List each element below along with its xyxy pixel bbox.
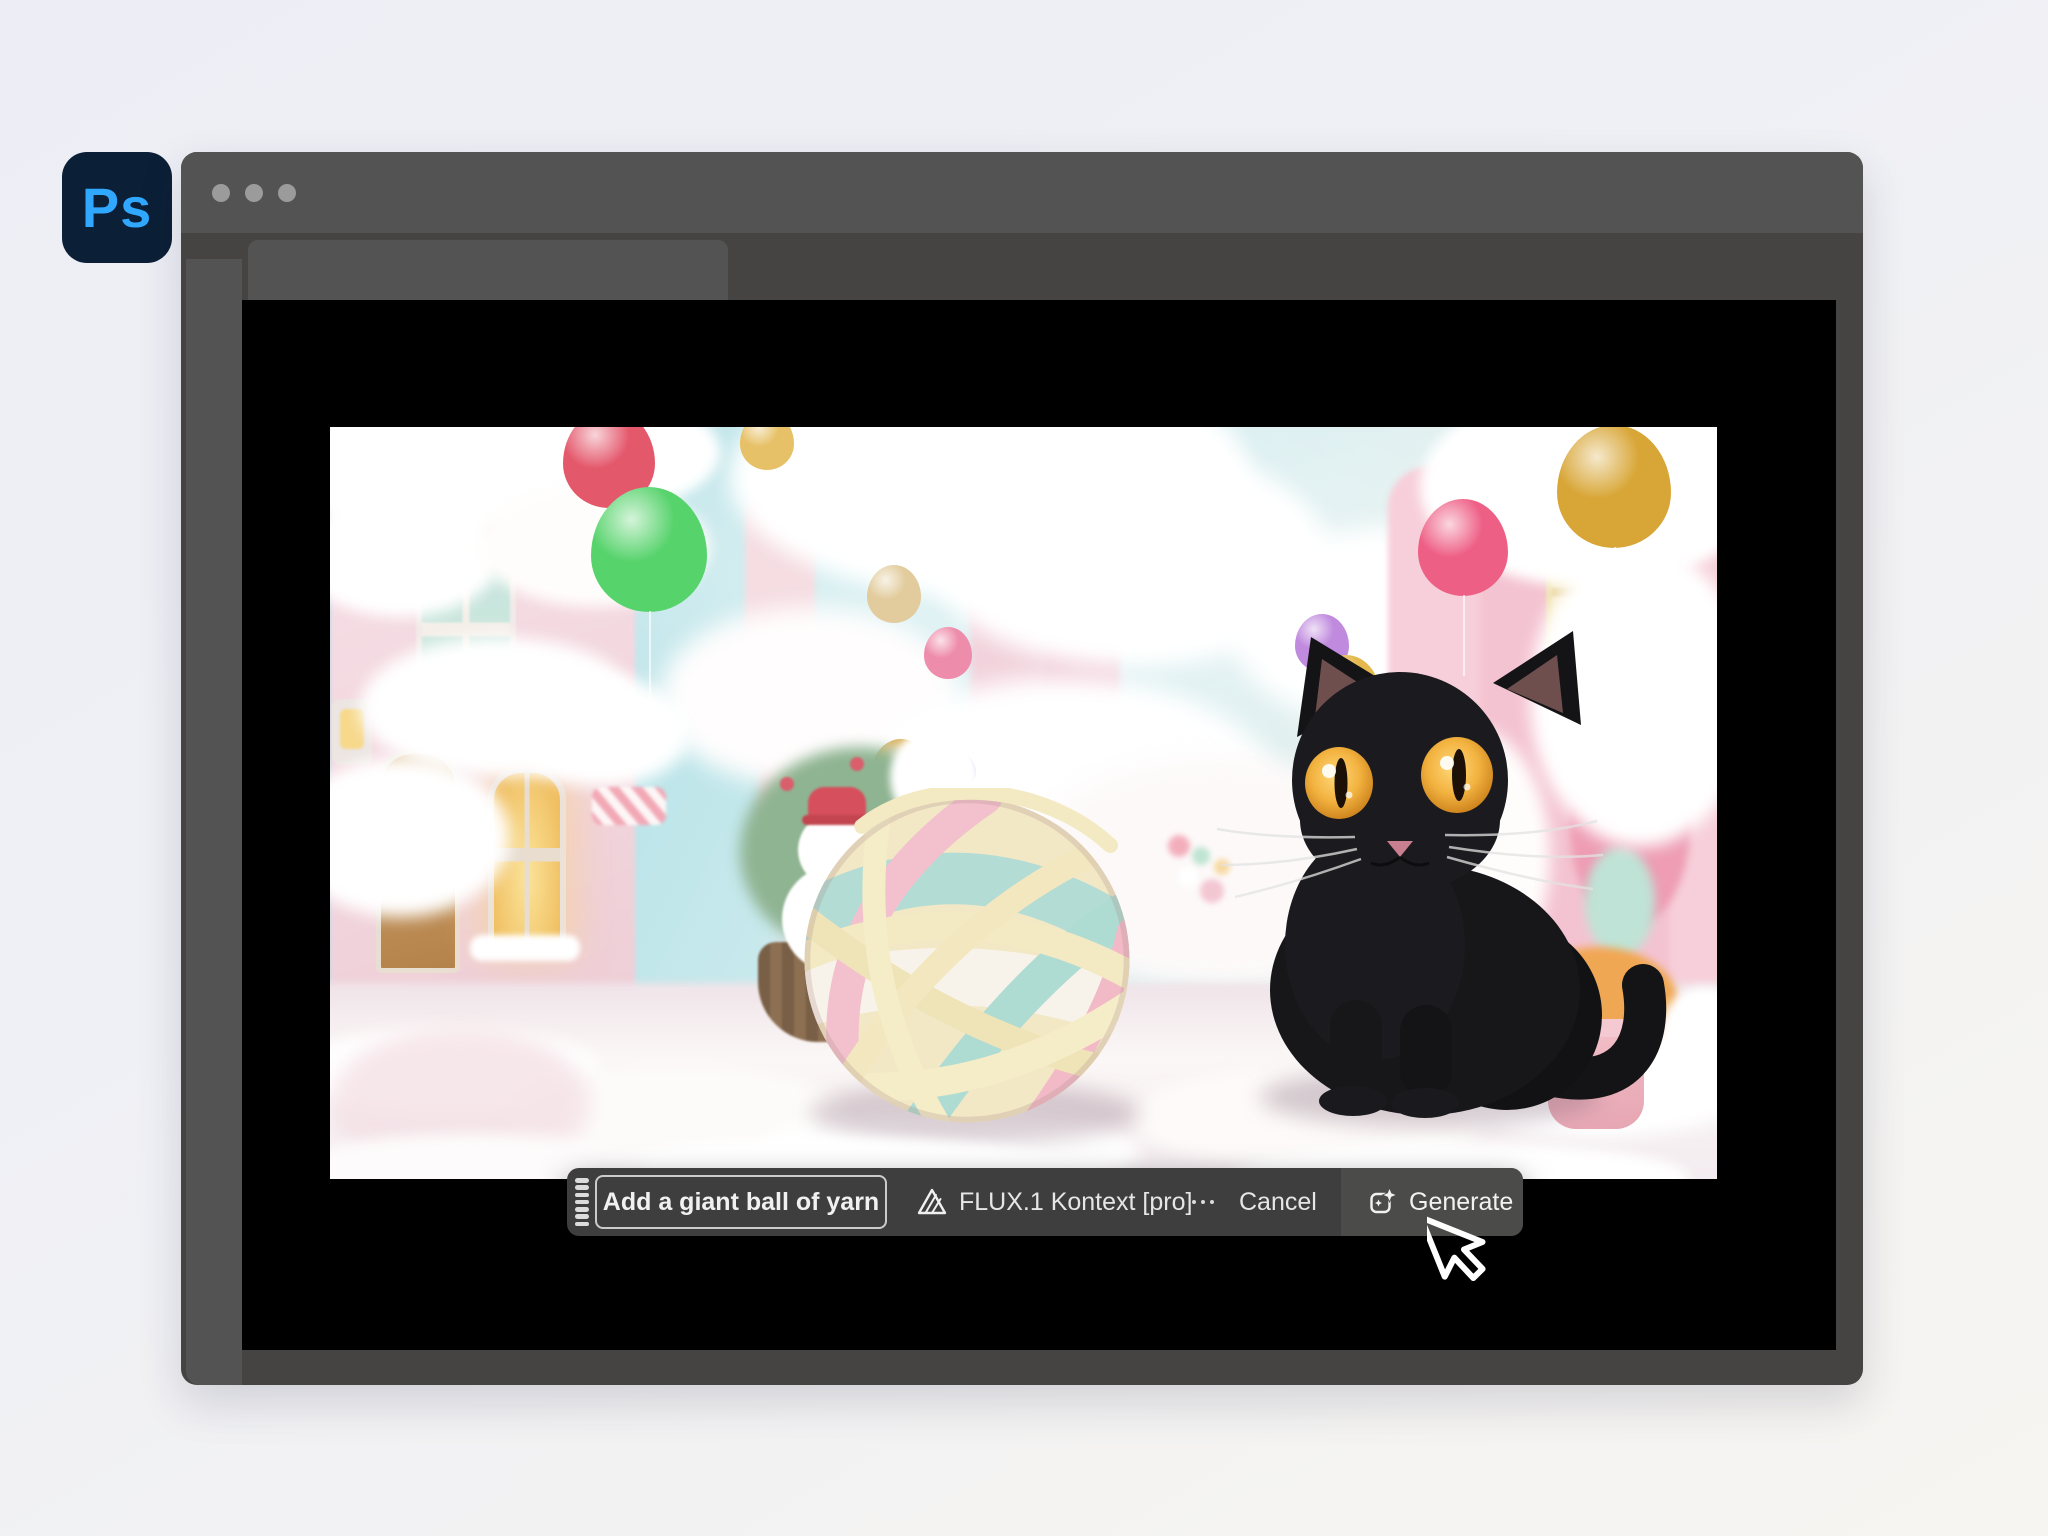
black-cat bbox=[1235, 625, 1655, 1117]
more-options-button[interactable] bbox=[1179, 1168, 1227, 1236]
generated-image bbox=[330, 427, 1717, 1179]
balloon bbox=[924, 627, 972, 679]
generate-icon bbox=[1369, 1188, 1397, 1216]
document-tab[interactable] bbox=[248, 240, 728, 300]
model-label: FLUX.1 Kontext [pro] bbox=[959, 1188, 1192, 1217]
generative-prompt-bar: FLUX.1 Kontext [pro] Cancel Generate bbox=[567, 1168, 1523, 1236]
rose bbox=[850, 757, 864, 771]
balloon bbox=[591, 487, 707, 612]
model-selector[interactable]: FLUX.1 Kontext [pro] bbox=[917, 1168, 1192, 1236]
drag-handle[interactable] bbox=[575, 1178, 591, 1226]
photoshop-logo-text: Ps bbox=[82, 175, 153, 240]
yarn-ball bbox=[795, 788, 1139, 1132]
mouse-cursor-icon bbox=[1427, 1202, 1507, 1286]
balloon bbox=[867, 565, 921, 623]
cancel-button[interactable]: Cancel bbox=[1239, 1168, 1317, 1236]
balloon bbox=[1418, 499, 1508, 596]
flux-logo-icon bbox=[917, 1187, 947, 1217]
window-control-dot[interactable] bbox=[212, 184, 230, 202]
balloon-string bbox=[649, 611, 651, 715]
photoshop-app-icon[interactable]: Ps bbox=[62, 152, 172, 263]
balloon bbox=[740, 427, 794, 470]
window-control-dot[interactable] bbox=[278, 184, 296, 202]
cancel-label: Cancel bbox=[1239, 1188, 1317, 1217]
window-control-dot[interactable] bbox=[245, 184, 263, 202]
prompt-input[interactable] bbox=[595, 1175, 887, 1229]
canvas-area: FLUX.1 Kontext [pro] Cancel Generate bbox=[242, 300, 1836, 1350]
desktop: { "app": { "logo_text": "Ps" }, "toolbar… bbox=[0, 0, 2048, 1536]
balloon bbox=[1557, 427, 1671, 548]
window-titlebar bbox=[181, 152, 1863, 233]
tools-sidebar[interactable] bbox=[186, 259, 242, 1385]
photoshop-window: FLUX.1 Kontext [pro] Cancel Generate bbox=[181, 152, 1863, 1385]
rose bbox=[780, 777, 794, 791]
